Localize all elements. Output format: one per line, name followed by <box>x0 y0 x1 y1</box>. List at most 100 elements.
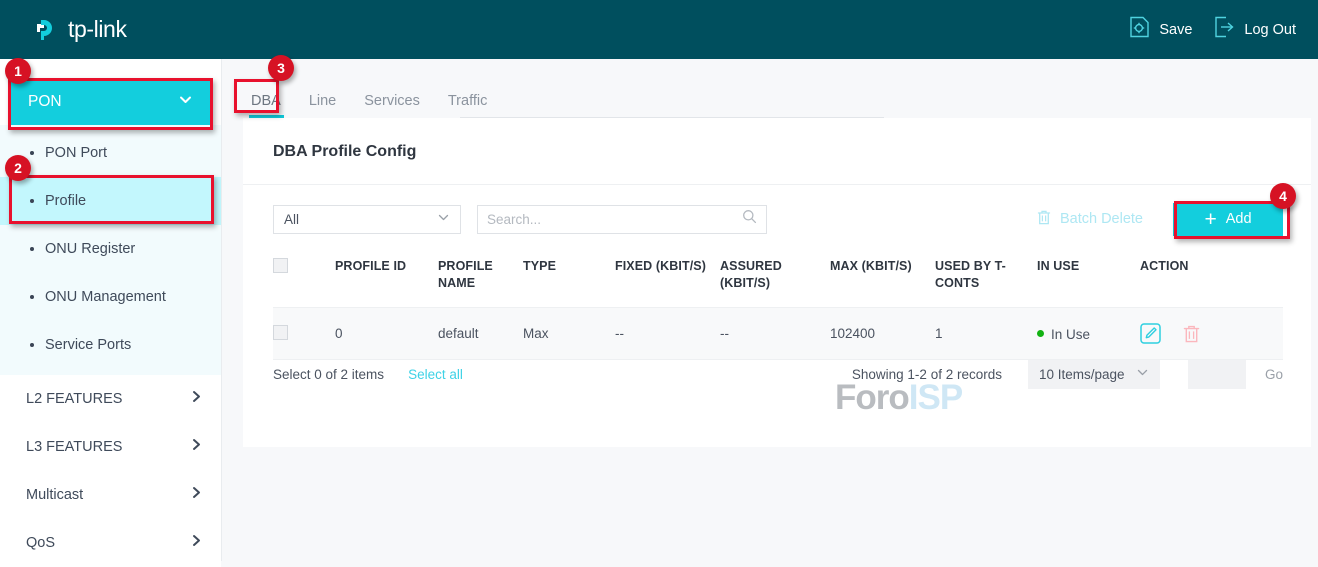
search-input[interactable] <box>487 212 742 227</box>
pagination-controls: Showing 1-2 of 2 records 10 Items/page G… <box>852 360 1283 389</box>
column-profile-id: PROFILE ID <box>335 249 438 308</box>
page-number-input[interactable] <box>1188 360 1246 389</box>
filter-select[interactable]: All <box>273 205 461 234</box>
tab-dba[interactable]: DBA <box>238 93 295 118</box>
save-button[interactable]: Save <box>1129 16 1192 43</box>
sidebar-section-label: L3 FEATURES <box>26 439 122 455</box>
batch-delete-label: Batch Delete <box>1060 211 1143 227</box>
page-size-select[interactable]: 10 Items/page <box>1028 360 1160 389</box>
column-assured: ASSURED (KBIT/S) <box>720 249 830 308</box>
card-divider <box>243 184 1311 185</box>
sidebar-section-label: L2 FEATURES <box>26 391 122 407</box>
add-button[interactable]: + Add <box>1173 203 1283 236</box>
add-label: Add <box>1226 211 1252 227</box>
cell-profile-name: default <box>438 308 523 360</box>
row-checkbox[interactable] <box>273 325 288 340</box>
table-toolbar: All <box>273 204 1283 234</box>
sidebar-section-label: QoS <box>26 535 55 551</box>
column-in-use: IN USE <box>1037 249 1140 308</box>
table-body: 0 default Max -- -- 102400 1 In Use <box>273 308 1283 360</box>
sidebar-submenu: PON Port Profile ONU Register ONU Manage… <box>0 125 221 375</box>
filter-select-value: All <box>284 212 299 227</box>
cell-actions <box>1140 308 1283 360</box>
tplink-logo: tp-link <box>33 16 127 44</box>
cell-fixed: -- <box>615 308 720 360</box>
page-title: DBA Profile Config <box>243 118 1311 161</box>
chevron-right-icon <box>190 486 203 504</box>
sidebar-item-label: PON Port <box>45 145 107 161</box>
cell-type: Max <box>523 308 615 360</box>
column-type: TYPE <box>523 249 615 308</box>
cell-max: 102400 <box>830 308 935 360</box>
table-row: 0 default Max -- -- 102400 1 In Use <box>273 308 1283 360</box>
chevron-down-icon <box>178 92 193 112</box>
delete-icon[interactable] <box>1182 324 1201 344</box>
sidebar-menu-pon-label: PON <box>28 93 62 111</box>
sidebar-section-multicast[interactable]: Multicast <box>0 471 221 519</box>
go-button[interactable]: Go <box>1265 367 1283 382</box>
profiles-table-wrapper: PROFILE ID PROFILE NAME TYPE FIXED (KBIT… <box>273 249 1283 360</box>
cell-in-use: In Use <box>1037 308 1140 360</box>
edit-icon[interactable] <box>1140 323 1161 344</box>
records-summary: Showing 1-2 of 2 records <box>852 367 1002 382</box>
logout-icon <box>1214 16 1235 43</box>
trash-icon <box>1036 209 1052 230</box>
sidebar-section-l2-features[interactable]: L2 FEATURES <box>0 375 221 423</box>
content-card: DBA Profile Config All <box>243 118 1311 447</box>
brand-name: tp-link <box>68 16 127 43</box>
tab-traffic[interactable]: Traffic <box>434 93 501 118</box>
tab-list: DBA Line Services Traffic <box>238 93 501 118</box>
table-head: PROFILE ID PROFILE NAME TYPE FIXED (KBIT… <box>273 249 1283 308</box>
tab-services[interactable]: Services <box>350 93 434 118</box>
sidebar-item-profile[interactable]: Profile <box>0 177 221 225</box>
batch-delete-button[interactable]: Batch Delete <box>1036 209 1143 230</box>
sidebar-item-label: Service Ports <box>45 337 131 353</box>
page-size-value: 10 Items/page <box>1039 367 1125 382</box>
sidebar-item-label: ONU Register <box>45 241 135 257</box>
bullet-icon <box>30 343 34 347</box>
row-select-cell <box>273 308 335 360</box>
header-actions: Save Log Out <box>1129 16 1296 43</box>
bullet-icon <box>30 199 34 203</box>
chevron-right-icon <box>190 390 203 408</box>
sidebar-section-label: Multicast <box>26 487 83 503</box>
bullet-icon <box>30 295 34 299</box>
column-action: ACTION <box>1140 249 1283 308</box>
column-used-by-tconts: USED BY T-CONTS <box>935 249 1037 308</box>
cell-profile-id: 0 <box>335 308 438 360</box>
bullet-icon <box>30 247 34 251</box>
column-max: MAX (KBIT/S) <box>830 249 935 308</box>
sidebar-item-label: ONU Management <box>45 289 166 305</box>
chevron-down-icon <box>1136 366 1149 382</box>
tplink-logo-icon <box>33 16 61 44</box>
sidebar-item-pon-port[interactable]: PON Port <box>0 129 221 177</box>
sidebar: PON PON Port Profile ONU Register ONU Ma… <box>0 59 222 561</box>
cell-assured: -- <box>720 308 830 360</box>
top-header-bar: tp-link Save <box>0 0 1318 59</box>
sidebar-section-l3-features[interactable]: L3 FEATURES <box>0 423 221 471</box>
cell-used-by-tconts: 1 <box>935 308 1037 360</box>
column-profile-name: PROFILE NAME <box>438 249 523 308</box>
search-icon[interactable] <box>742 209 757 229</box>
tab-line[interactable]: Line <box>295 93 350 118</box>
status-dot-icon <box>1037 330 1044 337</box>
tab-strip: DBA Line Services Traffic <box>222 59 1318 118</box>
save-label: Save <box>1159 22 1192 38</box>
sidebar-section-qos[interactable]: QoS <box>0 519 221 567</box>
selection-count: Select 0 of 2 items <box>273 367 384 382</box>
logout-button[interactable]: Log Out <box>1214 16 1296 43</box>
save-config-icon <box>1129 16 1150 43</box>
sidebar-item-service-ports[interactable]: Service Ports <box>0 321 221 369</box>
select-all-link[interactable]: Select all <box>408 367 463 382</box>
status-badge: In Use <box>1051 326 1090 341</box>
sidebar-item-onu-register[interactable]: ONU Register <box>0 225 221 273</box>
select-all-checkbox[interactable] <box>273 258 288 273</box>
table-footer: Select 0 of 2 items Select all Showing 1… <box>273 359 1283 389</box>
toolbar-right-actions: Batch Delete + Add <box>1036 203 1283 236</box>
sidebar-menu-pon[interactable]: PON <box>11 79 210 125</box>
sidebar-item-onu-management[interactable]: ONU Management <box>0 273 221 321</box>
bullet-icon <box>30 151 34 155</box>
select-all-header <box>273 249 335 308</box>
sidebar-item-label: Profile <box>45 193 86 209</box>
chevron-right-icon <box>190 438 203 456</box>
